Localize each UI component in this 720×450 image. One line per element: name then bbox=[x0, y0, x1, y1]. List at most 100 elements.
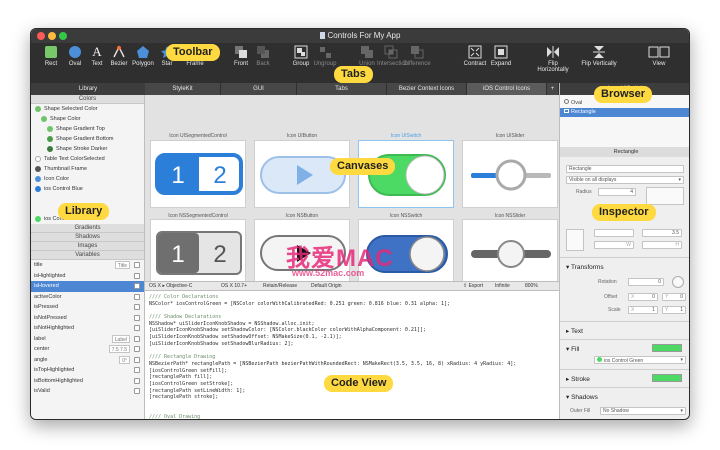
tab-ios-control-icons[interactable]: iOS Control Icons bbox=[467, 83, 547, 95]
variable-row[interactable]: isBottomHighlighted bbox=[31, 376, 144, 387]
variable-checkbox[interactable] bbox=[134, 283, 140, 289]
variable-checkbox[interactable] bbox=[134, 293, 140, 300]
library-color-item[interactable]: Shape Color bbox=[31, 114, 144, 124]
variable-checkbox[interactable] bbox=[134, 388, 140, 394]
expand-tool-button[interactable]: Expand bbox=[487, 45, 515, 67]
tab-gui[interactable]: GUI bbox=[221, 83, 297, 95]
visibility-select[interactable]: Visible on all displays ▾ bbox=[566, 176, 684, 184]
stroke-section[interactable]: ▸ Stroke bbox=[566, 375, 590, 383]
width-field[interactable]: W bbox=[594, 241, 634, 249]
library-color-item[interactable]: Shape Gradient Bottom bbox=[31, 134, 144, 144]
variable-value[interactable]: Label bbox=[111, 334, 130, 343]
export-button[interactable]: ⇪ Export bbox=[463, 282, 483, 291]
add-tab-button[interactable]: + bbox=[547, 83, 559, 95]
variable-checkbox[interactable] bbox=[134, 346, 140, 352]
offset-x-field[interactable]: X0 bbox=[628, 293, 658, 301]
variable-row[interactable]: activeColor bbox=[31, 292, 144, 303]
origin-select[interactable]: Default Origin bbox=[311, 282, 342, 291]
memory-select[interactable]: Retain/Release bbox=[263, 282, 297, 291]
canvas-ns-slider[interactable] bbox=[462, 219, 558, 287]
view-tool-button[interactable]: View bbox=[645, 45, 673, 67]
library-section-colors[interactable]: Colors bbox=[31, 95, 144, 104]
corner-radius-widget[interactable] bbox=[646, 187, 684, 205]
code-view[interactable]: //// Color Declarations NSColor* iosContr… bbox=[145, 291, 559, 419]
fill-color-select[interactable]: ios Control Green ▾ bbox=[594, 356, 686, 364]
fill-color-well[interactable] bbox=[652, 344, 682, 352]
canvas-ui-slider[interactable] bbox=[462, 140, 558, 208]
variable-checkbox[interactable] bbox=[134, 356, 140, 363]
library-color-item[interactable]: Shape Selected Color bbox=[31, 104, 144, 114]
variable-row[interactable]: title Title bbox=[31, 260, 144, 271]
scale-x-field[interactable]: X1 bbox=[628, 306, 658, 314]
library-color-item[interactable]: Icon Color bbox=[31, 174, 144, 184]
infinite-toggle[interactable]: Infinite bbox=[495, 282, 510, 291]
difference-tool-button[interactable]: Difference bbox=[403, 45, 431, 67]
os-version-select[interactable]: OS X 10.7+ bbox=[221, 282, 247, 291]
zoom-window-button[interactable] bbox=[59, 32, 67, 40]
variable-value[interactable]: Title bbox=[114, 261, 130, 269]
platform-language-select[interactable]: OS X ▸ Objective-C bbox=[149, 282, 192, 291]
radius-field[interactable]: 4 bbox=[598, 188, 636, 196]
variable-row[interactable]: isNotPressed bbox=[31, 313, 144, 324]
variable-value[interactable]: 0° bbox=[119, 355, 130, 364]
canvas-ns-segmented-control[interactable]: 1 2 bbox=[150, 219, 246, 287]
variable-row[interactable]: angle 0° bbox=[31, 355, 144, 366]
variable-row[interactable]: center 7.5 7.5 bbox=[31, 344, 144, 355]
library-section-images[interactable]: Images bbox=[31, 242, 144, 251]
variable-checkbox[interactable] bbox=[134, 262, 140, 268]
rotation-dial[interactable] bbox=[672, 276, 684, 288]
browser-item-rectangle[interactable]: Rectangle bbox=[560, 108, 689, 117]
library-color-item[interactable]: Table Text ColorSelected bbox=[31, 154, 144, 164]
variable-row[interactable]: isValid bbox=[31, 386, 144, 397]
variable-checkbox[interactable] bbox=[134, 377, 140, 384]
variable-row[interactable]: isTopHighlighted bbox=[31, 365, 144, 376]
close-window-button[interactable] bbox=[37, 32, 45, 40]
tab-stylekit[interactable]: StyleKit bbox=[145, 83, 221, 95]
text-section[interactable]: ▸ Text bbox=[566, 327, 583, 335]
flip-vertical-tool-button[interactable]: Flip Vertically bbox=[579, 45, 619, 67]
rotation-field[interactable]: 0 bbox=[628, 278, 664, 286]
variable-row[interactable]: label Label bbox=[31, 334, 144, 345]
fill-section[interactable]: ▾ Fill bbox=[566, 345, 579, 353]
x-position-field[interactable] bbox=[594, 229, 634, 237]
library-section-gradients[interactable]: Gradients bbox=[31, 224, 144, 233]
variable-row[interactable]: isPressed bbox=[31, 302, 144, 313]
ungroup-tool-button[interactable]: Ungroup bbox=[311, 45, 339, 67]
zoom-level[interactable]: 800% bbox=[525, 282, 538, 291]
intersection-tool-button[interactable]: Intersection bbox=[377, 45, 408, 67]
variable-value[interactable]: 7.5 7.5 bbox=[108, 345, 130, 353]
library-section-shadows[interactable]: Shadows bbox=[31, 233, 144, 242]
flip-horizontal-tool-button[interactable]: Flip Horizontally bbox=[533, 45, 573, 73]
variable-checkbox[interactable] bbox=[134, 304, 140, 310]
outer-shadow-select[interactable]: No Shadow ▾ bbox=[600, 407, 686, 415]
library-color-item[interactable]: Shape Gradient Top bbox=[31, 124, 144, 134]
library-color-item[interactable]: ios Control Blue bbox=[31, 184, 144, 194]
variable-checkbox[interactable] bbox=[134, 335, 140, 342]
anchor-point-widget[interactable] bbox=[566, 229, 584, 251]
minimize-window-button[interactable] bbox=[48, 32, 56, 40]
offset-y-field[interactable]: Y0 bbox=[662, 293, 686, 301]
contract-tool-button[interactable]: Contract bbox=[461, 45, 489, 67]
shadows-section[interactable]: ▾ Shadows bbox=[566, 393, 598, 401]
y-position-field[interactable]: 3.5 bbox=[642, 229, 682, 237]
back-tool-button[interactable]: Back bbox=[249, 45, 277, 67]
library-color-item[interactable]: Shape Stroke Darker bbox=[31, 144, 144, 154]
variable-checkbox[interactable] bbox=[134, 367, 140, 373]
variable-checkbox[interactable] bbox=[134, 272, 140, 279]
library-section-variables[interactable]: Variables bbox=[31, 251, 144, 260]
tab-bezier-context-icons[interactable]: Bezier Context Icons bbox=[387, 83, 467, 95]
tab-tabs[interactable]: Tabs bbox=[297, 83, 387, 95]
variable-row[interactable]: isHighlighted bbox=[31, 271, 144, 282]
browser-item-oval[interactable]: Oval bbox=[564, 99, 582, 106]
variable-row[interactable]: isHovered bbox=[31, 281, 144, 292]
variable-checkbox[interactable] bbox=[134, 314, 140, 321]
height-field[interactable]: H bbox=[642, 241, 682, 249]
transforms-section[interactable]: ▾ Transforms bbox=[566, 263, 604, 271]
variable-checkbox[interactable] bbox=[134, 325, 140, 331]
canvas-ui-segmented-control[interactable]: 1 2 bbox=[150, 140, 246, 208]
library-color-item[interactable]: Thumbnail Frame bbox=[31, 164, 144, 174]
shape-name-field[interactable]: Rectangle bbox=[566, 165, 684, 173]
scale-y-field[interactable]: Y1 bbox=[662, 306, 686, 314]
stroke-color-well[interactable] bbox=[652, 374, 682, 382]
variable-row[interactable]: isNotHighlighted bbox=[31, 323, 144, 334]
